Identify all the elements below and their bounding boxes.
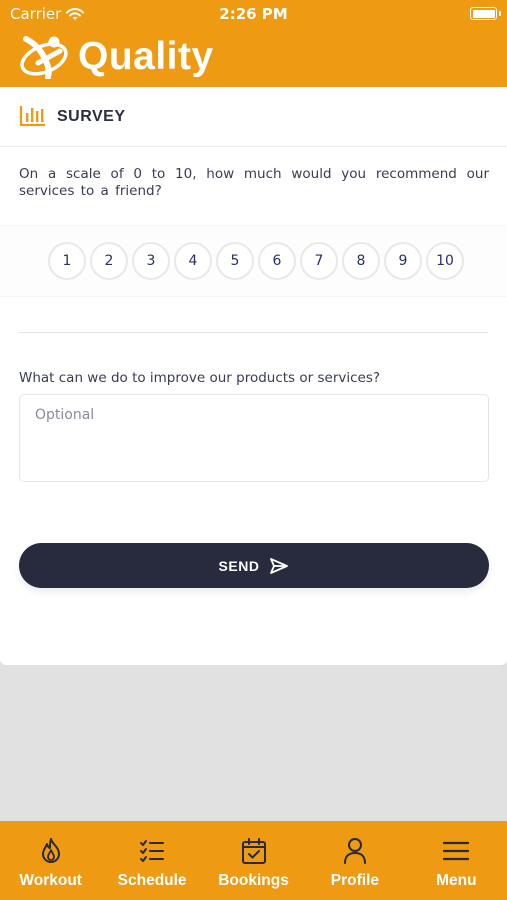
bottom-tab-bar: Workout Schedule Bookings Profile Menu (0, 821, 507, 900)
rating-button-1[interactable]: 1 (48, 242, 86, 280)
tab-label-profile: Profile (330, 872, 380, 889)
checklist-icon (140, 840, 165, 862)
rating-scale: 1 2 3 4 5 6 7 8 9 10 (48, 242, 464, 280)
paper-plane-icon (270, 557, 289, 574)
tab-profile[interactable]: Profile (304, 821, 405, 900)
divider (19, 332, 488, 333)
battery-icon (470, 7, 497, 20)
quality-logo-icon (20, 36, 68, 79)
survey-title: SURVEY (57, 108, 126, 125)
rating-button-2[interactable]: 2 (90, 242, 128, 280)
tab-schedule[interactable]: Schedule (101, 821, 202, 900)
rating-button-7[interactable]: 7 (300, 242, 338, 280)
status-time: 2:26 PM (219, 5, 288, 23)
rating-button-8[interactable]: 8 (342, 242, 380, 280)
rating-button-10[interactable]: 10 (426, 242, 464, 280)
brand-name: Quality (78, 34, 214, 78)
tab-label-menu: Menu (436, 872, 477, 889)
rating-button-4[interactable]: 4 (174, 242, 212, 280)
tab-menu[interactable]: Menu (406, 821, 507, 900)
brand: Quality (18, 33, 214, 79)
improve-feedback-input[interactable] (19, 394, 489, 482)
send-label: SEND (218, 557, 260, 574)
improve-question: What can we do to improve our products o… (19, 370, 381, 386)
app-header: Carrier 2:26 PM Quality (0, 0, 507, 87)
rating-button-5[interactable]: 5 (216, 242, 254, 280)
survey-header: SURVEY (0, 87, 507, 147)
status-bar: Carrier 2:26 PM (0, 0, 507, 28)
send-button[interactable]: SEND (19, 543, 489, 588)
tab-label-workout: Workout (19, 872, 82, 889)
tab-bookings[interactable]: Bookings (203, 821, 304, 900)
rating-button-3[interactable]: 3 (132, 242, 170, 280)
survey-card: SURVEY On a scale of 0 to 10, how much w… (0, 87, 507, 665)
rating-button-6[interactable]: 6 (258, 242, 296, 280)
bar-chart-icon (19, 106, 45, 127)
flame-icon (41, 838, 60, 863)
calendar-check-icon (241, 838, 266, 864)
tab-label-bookings: Bookings (218, 872, 289, 889)
hamburger-menu-icon (443, 841, 470, 861)
tab-workout[interactable]: Workout (0, 821, 101, 900)
tab-label-schedule: Schedule (117, 872, 187, 889)
rating-button-9[interactable]: 9 (384, 242, 422, 280)
recommend-question: On a scale of 0 to 10, how much would yo… (19, 166, 489, 199)
person-icon (343, 838, 366, 864)
